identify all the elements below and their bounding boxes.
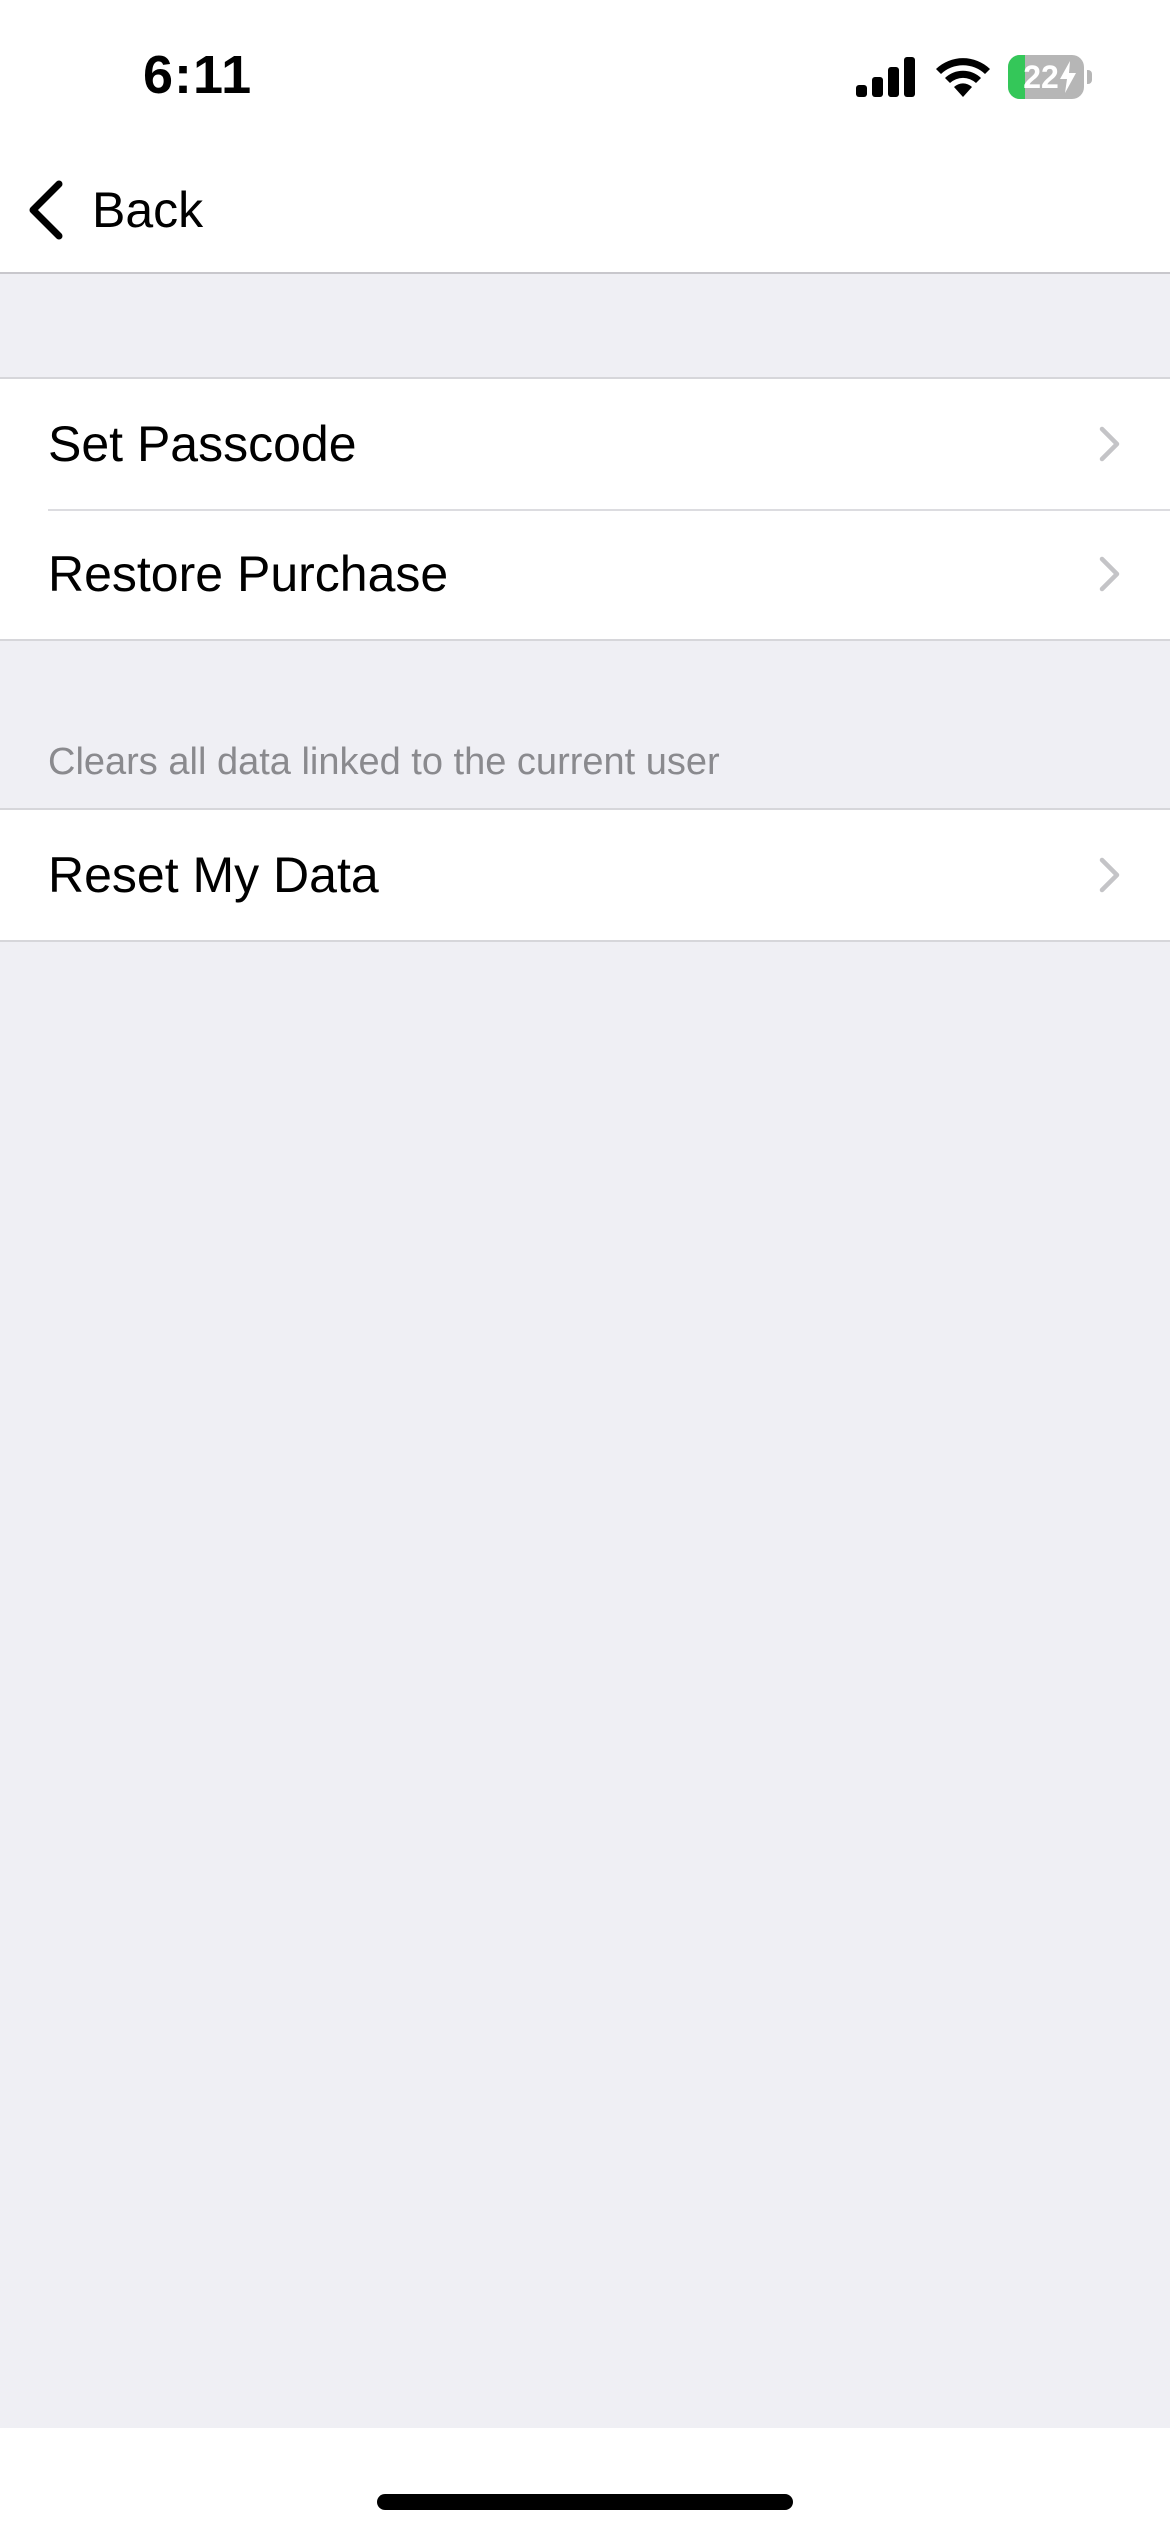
battery-charging-icon: 22 — [1008, 55, 1092, 99]
battery-body: 22 — [1008, 55, 1084, 99]
status-time: 6:11 — [143, 45, 253, 105]
chevron-right-icon — [1099, 426, 1120, 462]
charging-bolt-icon — [1060, 61, 1076, 93]
reset-section-header: Clears all data linked to the current us… — [48, 741, 720, 783]
back-button[interactable]: Back — [20, 170, 220, 250]
restore-purchase-row[interactable]: Restore Purchase — [0, 509, 1170, 639]
status-bar: 6:11 22 — [0, 0, 1170, 150]
row-label: Set Passcode — [48, 416, 357, 472]
chevron-left-icon — [29, 180, 63, 240]
chevron-right-icon — [1099, 556, 1120, 592]
cellular-signal-icon — [856, 57, 915, 97]
home-indicator[interactable] — [377, 2494, 793, 2510]
wifi-icon — [936, 58, 990, 97]
settings-group-account: Set Passcode Restore Purchase — [0, 377, 1170, 641]
battery-cap — [1087, 70, 1092, 84]
row-label: Restore Purchase — [48, 546, 449, 602]
set-passcode-row[interactable]: Set Passcode — [0, 379, 1170, 509]
settings-group-reset: Reset My Data — [0, 808, 1170, 942]
settings-screen: 6:11 22 Back Set Passcode Restore Purcha… — [0, 0, 1170, 2532]
home-indicator-area — [0, 2428, 1170, 2532]
chevron-right-icon — [1099, 857, 1120, 893]
navigation-bar: Back — [0, 150, 1170, 274]
reset-my-data-row[interactable]: Reset My Data — [0, 810, 1170, 940]
back-label: Back — [92, 182, 204, 238]
row-label: Reset My Data — [48, 847, 379, 903]
